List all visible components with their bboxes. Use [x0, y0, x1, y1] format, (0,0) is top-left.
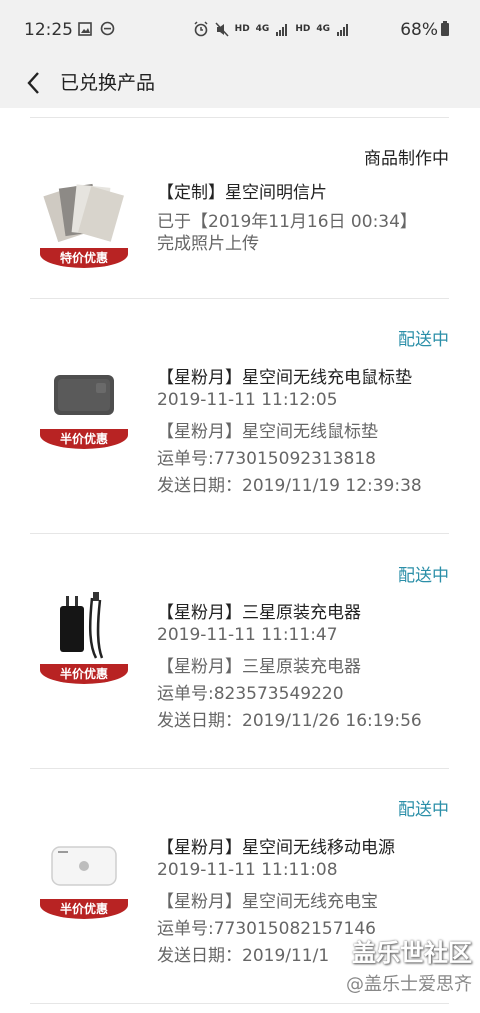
network-hd-label: HD [234, 24, 250, 34]
chevron-left-icon [27, 72, 39, 94]
product-title: 【定制】星空间明信片 [157, 183, 327, 203]
discount-badge: 半价优惠 [40, 664, 128, 684]
back-button[interactable] [18, 66, 48, 100]
tracking-number: 运单号:823573549220 [157, 684, 344, 704]
product-title: 【星粉月】星空间无线移动电源 [157, 838, 395, 858]
page-title: 已兑换产品 [60, 72, 156, 94]
discount-badge: 特价优惠 [40, 248, 128, 268]
product-subtitle: 【星粉月】星空间无线充电宝 [157, 892, 378, 912]
product-image-powerbank: 半价优惠 [40, 823, 128, 919]
product-image-postcard: 特价优惠 [40, 172, 128, 268]
order-card-mousepad[interactable]: 配送中 半价优惠 【星粉月】星空间无线充电鼠标垫 2019-11-11 11:1… [0, 299, 480, 533]
product-title: 【星粉月】三星原装充电器 [157, 603, 361, 623]
discount-badge: 半价优惠 [40, 429, 128, 449]
product-subtitle: 【星粉月】星空间无线鼠标垫 [157, 422, 378, 442]
order-status: 商品制作中 [364, 149, 449, 169]
upload-info-2: 完成照片上传 [157, 234, 259, 254]
watermark-author: @盖乐士爱思齐 [346, 974, 472, 995]
ship-date: 发送日期：2019/11/1 [157, 946, 330, 966]
charger-icon [60, 592, 104, 659]
dnd-icon [100, 21, 115, 36]
ship-date: 发送日期：2019/11/19 12:39:38 [157, 476, 422, 496]
order-status: 配送中 [398, 566, 449, 586]
tracking-number: 运单号:773015092313818 [157, 449, 376, 469]
discount-badge: 半价优惠 [40, 899, 128, 919]
status-time: 12:25 [24, 20, 73, 40]
order-date: 2019-11-11 11:11:08 [157, 860, 338, 880]
alarm-icon [194, 21, 208, 37]
order-card-charger[interactable]: 配送中 半价优惠 【星粉月】三星原装充电器 2019-11-11 11:11:4… [0, 534, 480, 768]
network-4g-label: 4G [255, 24, 270, 34]
watermark-community: 盖乐世社区 [352, 939, 472, 967]
order-date: 2019-11-11 11:12:05 [157, 390, 338, 410]
product-image-charger: 半价优惠 [40, 588, 128, 684]
mousepad-icon [54, 375, 114, 415]
ship-date: 发送日期：2019/11/26 16:19:56 [157, 711, 422, 731]
app-header: 已兑换产品 [0, 60, 480, 108]
product-subtitle: 【星粉月】三星原装充电器 [157, 657, 361, 677]
signal-icon [276, 23, 288, 36]
mute-icon [215, 21, 229, 37]
image-icon [78, 21, 92, 36]
status-bar: 12:25 HD 4G HD 4G 68% [0, 0, 480, 60]
product-title: 【星粉月】星空间无线充电鼠标垫 [157, 368, 412, 388]
divider [30, 1003, 449, 1004]
signal-icon-2 [337, 23, 348, 36]
network-hd-label-2: HD [295, 24, 311, 34]
order-card-postcard[interactable]: 商品制作中 特价优惠 【定制】星空间明信片 已于【2019年11月16日 00:… [0, 118, 480, 298]
order-status: 配送中 [398, 800, 449, 820]
powerbank-icon [51, 846, 117, 886]
product-image-mousepad: 半价优惠 [40, 353, 128, 449]
battery-icon [441, 21, 449, 36]
battery-percent: 68% [400, 20, 438, 40]
tracking-number: 运单号:773015082157146 [157, 919, 376, 939]
network-4g-label-2: 4G [316, 24, 330, 34]
order-date: 2019-11-11 11:11:47 [157, 625, 338, 645]
postcards-icon [43, 183, 124, 243]
order-status: 配送中 [398, 330, 449, 350]
